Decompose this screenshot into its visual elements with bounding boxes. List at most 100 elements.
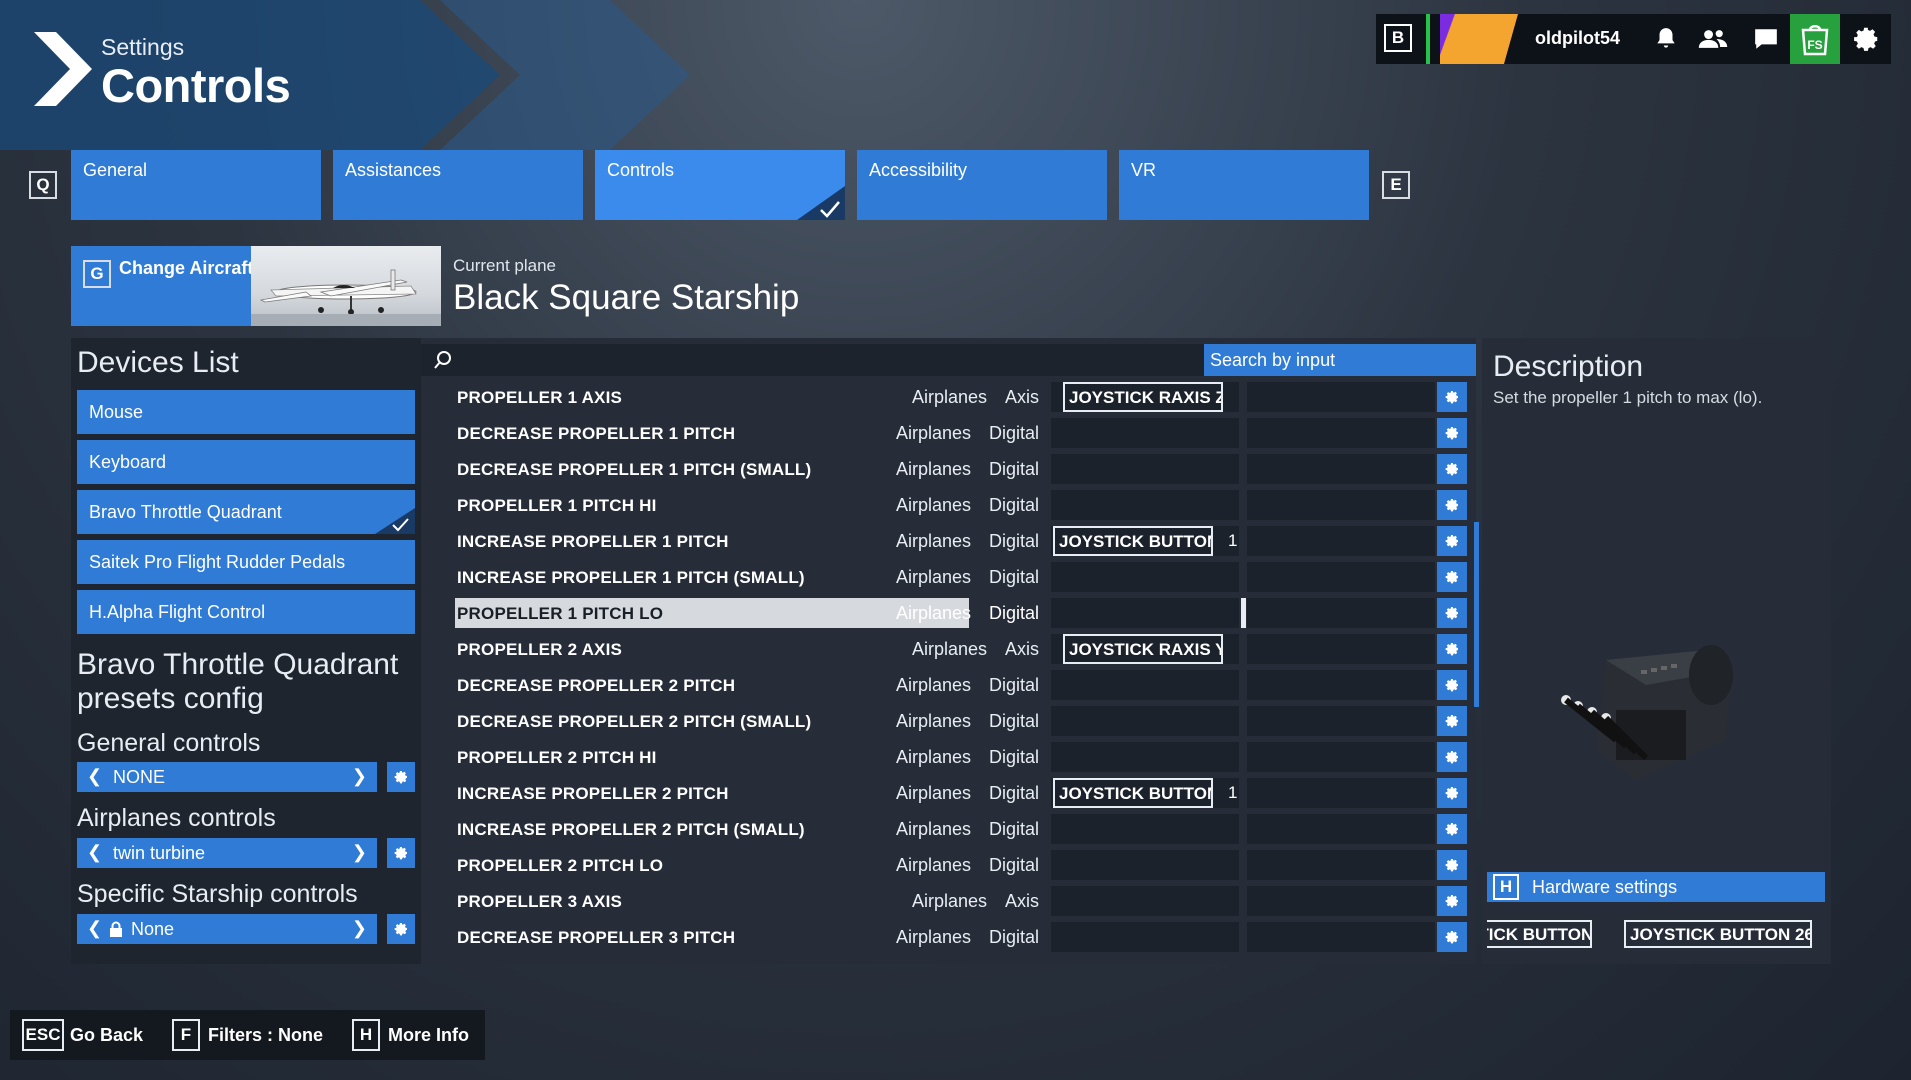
tab-controls[interactable]: Controls [595,150,845,220]
table-row[interactable]: PROPELLER 2 AXIS Airplanes Axis JOYSTICK RA… [421,631,1471,667]
chevron-left-icon[interactable]: ❮ [87,918,102,939]
fs-store-icon[interactable]: FS [1790,14,1840,64]
input-slot-2[interactable] [1247,562,1435,592]
table-row[interactable]: PROPELLER 1 PITCH HI Airplanes Digital [421,487,1471,523]
friends-icon[interactable] [1697,24,1729,54]
key-hint-b[interactable]: B [1384,24,1412,52]
row-gear-icon[interactable] [1437,850,1467,880]
table-row[interactable]: PROPELLER 3 AXIS Airplanes Axis [421,883,1471,919]
input-slot-1[interactable] [1051,922,1239,952]
gear-icon[interactable] [1850,24,1882,54]
input-slot-1[interactable] [1051,742,1239,772]
input-slot-1[interactable] [1051,850,1239,880]
row-gear-icon[interactable] [1437,454,1467,484]
table-row[interactable]: PROPELLER 2 PITCH LO Airplanes Digital [421,847,1471,883]
table-row[interactable]: DECREASE PROPELLER 2 PITCH (SMALL) Airpla… [421,703,1471,739]
tab-accessibility[interactable]: Accessibility [857,150,1107,220]
row-gear-icon[interactable] [1437,598,1467,628]
row-gear-icon[interactable] [1437,526,1467,556]
binding-chip[interactable]: JOYSTICK RAXIS Z [1063,382,1223,412]
row-gear-icon[interactable] [1437,814,1467,844]
table-row[interactable]: DECREASE PROPELLER 2 PITCH Airplanes Digit… [421,667,1471,703]
input-slot-2[interactable] [1247,382,1435,412]
input-slot-2[interactable] [1247,526,1435,556]
airplanes-controls-selector[interactable]: ❮ twin turbine ❯ [77,838,377,868]
input-slot-2[interactable] [1247,634,1435,664]
row-gear-icon[interactable] [1437,418,1467,448]
input-slot-2[interactable] [1247,742,1435,772]
row-gear-icon[interactable] [1437,562,1467,592]
input-slot-2[interactable] [1247,598,1435,628]
input-slot-2[interactable] [1247,490,1435,520]
chevron-left-icon[interactable]: ❮ [87,842,102,863]
row-gear-icon[interactable] [1437,382,1467,412]
table-row[interactable]: PROPELLER 2 PITCH HI Airplanes Digital [421,739,1471,775]
chevron-left-icon[interactable]: ❮ [87,766,102,787]
row-gear-icon[interactable] [1437,922,1467,952]
input-slot-2[interactable] [1247,670,1435,700]
input-slot-1[interactable] [1051,670,1239,700]
tab-assistances[interactable]: Assistances [333,150,583,220]
input-slot-2[interactable] [1247,886,1435,916]
input-slot-2[interactable] [1247,778,1435,808]
table-row[interactable]: INCREASE PROPELLER 2 PITCH (SMALL) Airpla… [421,811,1471,847]
key-hint-e[interactable]: E [1382,171,1410,199]
chevron-right-icon[interactable]: ❯ [352,918,367,939]
key-hint-q[interactable]: Q [29,171,57,199]
input-slot-1[interactable] [1051,418,1239,448]
input-slot-1[interactable] [1051,598,1239,628]
input-slot-2[interactable] [1247,418,1435,448]
table-row[interactable]: DECREASE PROPELLER 1 PITCH (SMALL) Airpla… [421,451,1471,487]
key-hint-h-bottom[interactable]: H [352,1019,380,1051]
input-slot-1[interactable] [1051,814,1239,844]
tab-general[interactable]: General [71,150,321,220]
filters-label[interactable]: Filters : None [208,1025,323,1046]
key-hint-esc[interactable]: ESC [22,1019,64,1051]
specific-controls-selector[interactable]: ❮ None ❯ [77,914,377,944]
device-item-mouse[interactable]: Mouse [77,390,415,434]
tab-vr[interactable]: VR [1119,150,1369,220]
table-row[interactable]: INCREASE PROPELLER 1 PITCH Airplanes Digit… [421,523,1471,559]
bell-icon[interactable] [1650,24,1682,54]
general-controls-selector[interactable]: ❮ NONE ❯ [77,762,377,792]
table-row[interactable]: PROPELLER 1 PITCH LO Airplanes Digital [421,595,1471,631]
device-item-halpha[interactable]: H.Alpha Flight Control [77,590,415,634]
input-slot-2[interactable] [1247,814,1435,844]
input-slot-1[interactable] [1051,454,1239,484]
binding-chip[interactable]: JOYSTICK BUTTON [1053,526,1213,556]
input-slot-1[interactable] [1051,562,1239,592]
device-item-keyboard[interactable]: Keyboard [77,440,415,484]
change-aircraft-button[interactable]: G Change Aircraft [71,246,441,326]
row-gear-icon[interactable] [1437,670,1467,700]
chat-icon[interactable] [1750,24,1782,54]
scrollbar-thumb[interactable] [1474,522,1479,707]
input-slot-2[interactable] [1247,706,1435,736]
general-controls-gear-icon[interactable] [387,762,415,792]
input-slot-1[interactable] [1051,706,1239,736]
search-by-input-button[interactable]: Search by input [1204,344,1476,376]
row-gear-icon[interactable] [1437,634,1467,664]
input-slot-2[interactable] [1247,454,1435,484]
device-item-bravo[interactable]: Bravo Throttle Quadrant [77,490,415,534]
input-slot-1[interactable] [1051,490,1239,520]
go-back-label[interactable]: Go Back [70,1025,143,1046]
table-row[interactable]: INCREASE PROPELLER 1 PITCH (SMALL) Airpla… [421,559,1471,595]
chevron-right-icon[interactable]: ❯ [352,842,367,863]
more-info-label[interactable]: More Info [388,1025,469,1046]
airplanes-controls-gear-icon[interactable] [387,838,415,868]
binding-chip[interactable]: JOYSTICK RAXIS Y [1063,634,1223,664]
username[interactable]: oldpilot54 [1535,28,1620,49]
input-slot-1[interactable] [1051,886,1239,916]
row-gear-icon[interactable] [1437,706,1467,736]
chevron-right-icon[interactable]: ❯ [352,766,367,787]
row-gear-icon[interactable] [1437,886,1467,916]
table-row[interactable]: INCREASE PROPELLER 2 PITCH Airplanes Digit… [421,775,1471,811]
table-row[interactable]: PROPELLER 1 AXIS Airplanes Axis JOYSTICK RA… [421,379,1471,415]
row-gear-icon[interactable] [1437,490,1467,520]
input-slot-2[interactable] [1247,850,1435,880]
table-row[interactable]: DECREASE PROPELLER 3 PITCH Airplanes Digit… [421,919,1471,955]
row-gear-icon[interactable] [1437,778,1467,808]
input-slot-2[interactable] [1247,922,1435,952]
specific-controls-gear-icon[interactable] [387,914,415,944]
device-item-saitek[interactable]: Saitek Pro Flight Rudder Pedals [77,540,415,584]
